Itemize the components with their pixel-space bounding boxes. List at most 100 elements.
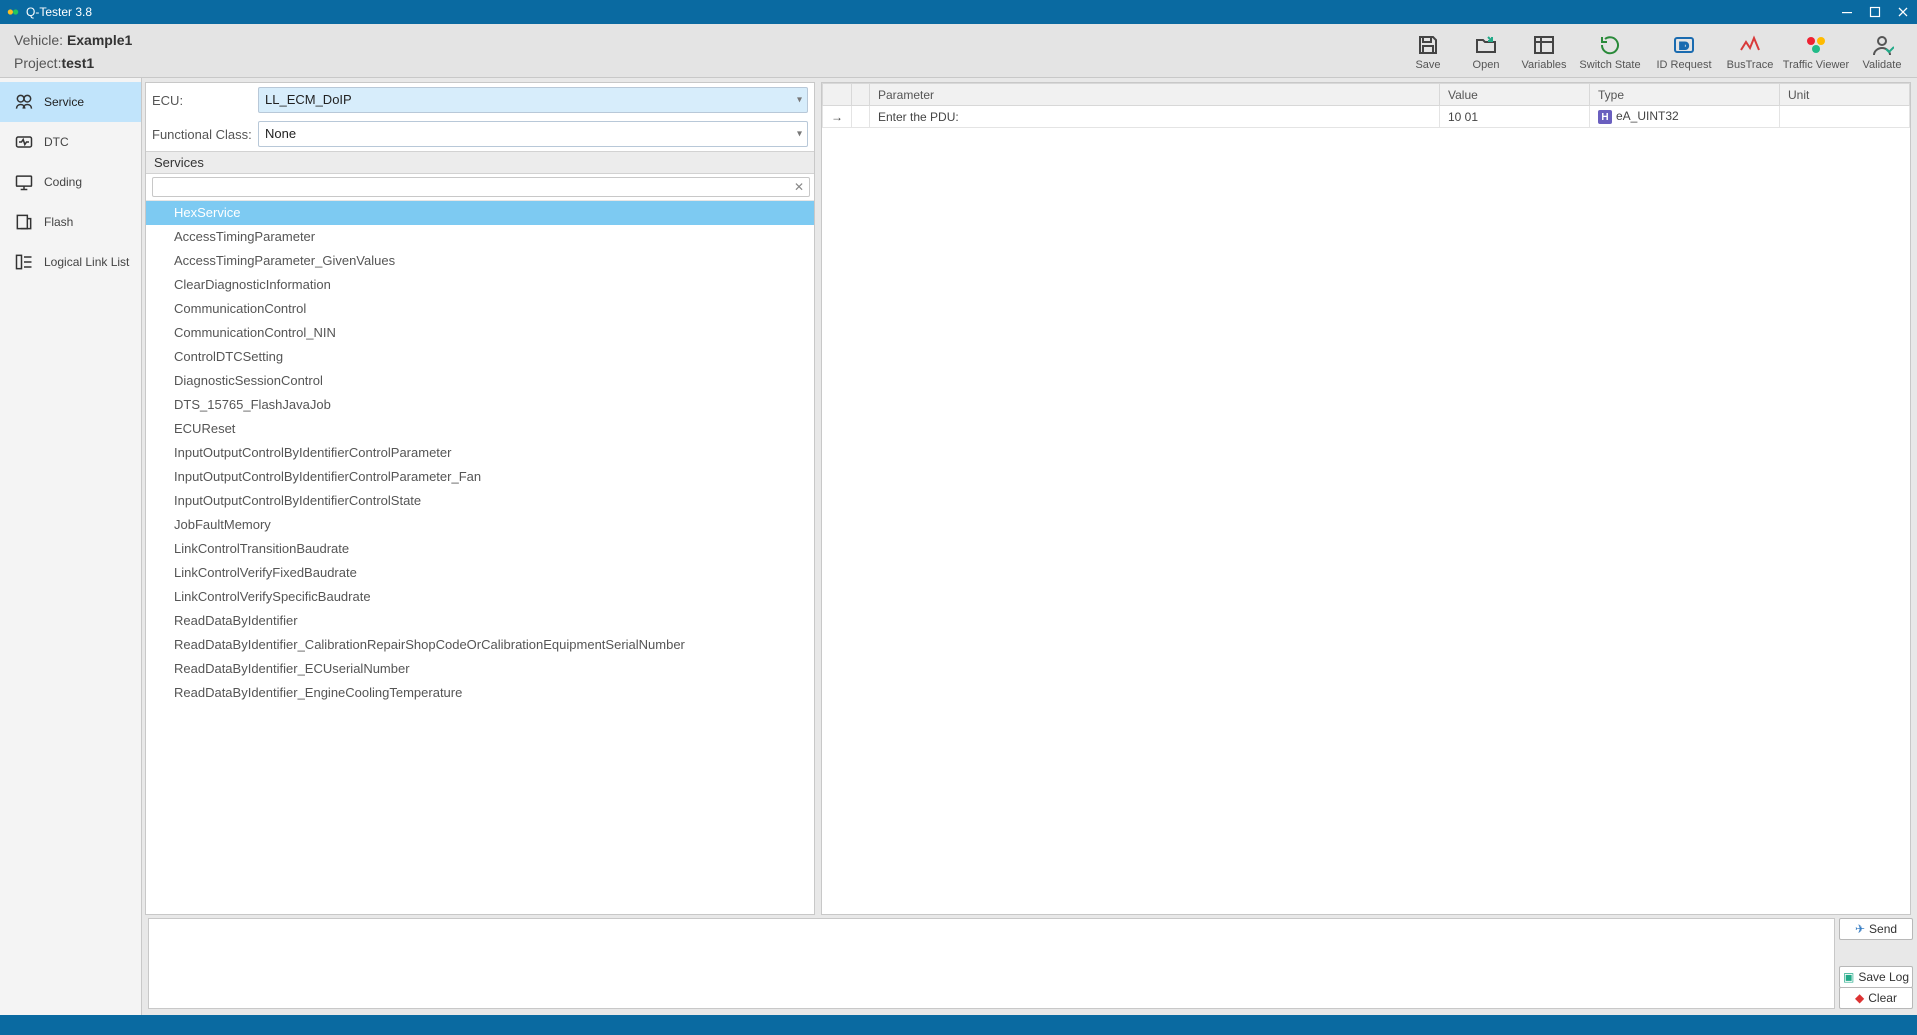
- service-item[interactable]: ReadDataByIdentifier: [146, 609, 814, 633]
- save-icon: [1416, 31, 1440, 59]
- context-info: Vehicle: Example1 Project:test1: [0, 24, 144, 77]
- service-item[interactable]: LinkControlVerifyFixedBaudrate: [146, 561, 814, 585]
- dtc-icon: [10, 132, 38, 152]
- service-item[interactable]: JobFaultMemory: [146, 513, 814, 537]
- service-item[interactable]: AccessTimingParameter: [146, 225, 814, 249]
- ecu-select[interactable]: LL_ECM_DoIP ▾: [258, 87, 808, 113]
- close-button[interactable]: [1889, 0, 1917, 24]
- vehicle-value: Example1: [67, 32, 132, 48]
- clear-button[interactable]: ◆ Clear: [1839, 987, 1913, 1009]
- parameter-panel: Parameter Value Type Unit → Enter the PDU…: [821, 82, 1911, 915]
- vehicle-label: Vehicle:: [14, 32, 63, 48]
- service-item[interactable]: ReadDataByIdentifier_CalibrationRepairSh…: [146, 633, 814, 657]
- parameter-table: Parameter Value Type Unit → Enter the PDU…: [822, 83, 1910, 128]
- open-button[interactable]: Open: [1457, 24, 1515, 77]
- bustrace-button[interactable]: BusTrace: [1721, 24, 1779, 77]
- variables-icon: [1532, 31, 1556, 59]
- maximize-button[interactable]: [1861, 0, 1889, 24]
- sidebar-item-label: DTC: [44, 135, 69, 149]
- bottom-area: ✈ Send ▣ Save Log ◆ Clear: [142, 915, 1917, 1015]
- cell-type: HeA_UINT32: [1590, 106, 1780, 128]
- clear-filter-icon[interactable]: ✕: [794, 180, 804, 194]
- ecu-label: ECU:: [152, 93, 252, 108]
- sidebar-item-coding[interactable]: Coding: [0, 162, 141, 202]
- bustrace-icon: [1738, 31, 1762, 59]
- sidebar-item-dtc[interactable]: DTC: [0, 122, 141, 162]
- save-log-icon: ▣: [1843, 970, 1854, 984]
- services-header: Services: [146, 151, 814, 174]
- hex-badge-icon: H: [1598, 110, 1612, 124]
- service-item[interactable]: LinkControlTransitionBaudrate: [146, 537, 814, 561]
- id-request-button[interactable]: ID ID Request: [1647, 24, 1721, 77]
- app-icon: [6, 5, 20, 19]
- traffic-viewer-icon: [1804, 31, 1828, 59]
- switch-state-icon: [1598, 31, 1622, 59]
- col-unit[interactable]: Unit: [1780, 84, 1910, 106]
- minimize-button[interactable]: [1833, 0, 1861, 24]
- log-console[interactable]: [148, 918, 1835, 1009]
- sidebar-item-label: Coding: [44, 175, 82, 189]
- title-bar: Q-Tester 3.8: [0, 0, 1917, 24]
- cell-parameter: Enter the PDU:: [870, 106, 1440, 128]
- validate-button[interactable]: Validate: [1853, 24, 1911, 77]
- status-bar: [0, 1015, 1917, 1035]
- id-request-icon: ID: [1672, 31, 1696, 59]
- service-item[interactable]: ReadDataByIdentifier_ECUserialNumber: [146, 657, 814, 681]
- col-parameter[interactable]: Parameter: [870, 84, 1440, 106]
- service-item[interactable]: CommunicationControl_NIN: [146, 321, 814, 345]
- col-type[interactable]: Type: [1590, 84, 1780, 106]
- app-title: Q-Tester 3.8: [26, 5, 92, 19]
- services-filter-input[interactable]: [152, 177, 810, 197]
- sidebar-item-service[interactable]: Service: [0, 82, 141, 122]
- project-label: Project:: [14, 55, 61, 71]
- cell-unit: [1780, 106, 1910, 128]
- coding-icon: [10, 172, 38, 192]
- functional-class-select[interactable]: None ▾: [258, 121, 808, 147]
- service-item[interactable]: AccessTimingParameter_GivenValues: [146, 249, 814, 273]
- service-item[interactable]: DiagnosticSessionControl: [146, 369, 814, 393]
- sidebar-item-label: Service: [44, 95, 84, 109]
- sidebar: Service DTC Coding Flash Logical Link Li…: [0, 78, 142, 1015]
- service-item[interactable]: HexService: [146, 201, 814, 225]
- clear-icon: ◆: [1855, 991, 1864, 1005]
- service-item[interactable]: LinkControlVerifySpecificBaudrate: [146, 585, 814, 609]
- table-row[interactable]: → Enter the PDU:10 01HeA_UINT32: [823, 106, 1910, 128]
- row-indicator-icon: →: [823, 106, 852, 128]
- send-icon: ✈: [1855, 922, 1865, 936]
- ecu-select-value: LL_ECM_DoIP: [258, 87, 808, 113]
- switch-state-button[interactable]: Switch State: [1573, 24, 1647, 77]
- logical-link-list-icon: [10, 252, 38, 272]
- service-item[interactable]: InputOutputControlByIdentifierControlPar…: [146, 441, 814, 465]
- sidebar-item-label: Flash: [44, 215, 73, 229]
- service-item[interactable]: DTS_15765_FlashJavaJob: [146, 393, 814, 417]
- services-panel: ECU: LL_ECM_DoIP ▾ Functional Class: Non…: [145, 82, 815, 915]
- service-item[interactable]: InputOutputControlByIdentifierControlPar…: [146, 465, 814, 489]
- validate-icon: [1870, 31, 1894, 59]
- svg-text:ID: ID: [1680, 41, 1690, 51]
- service-item[interactable]: InputOutputControlByIdentifierControlSta…: [146, 489, 814, 513]
- functional-class-label: Functional Class:: [152, 127, 252, 142]
- service-item[interactable]: ControlDTCSetting: [146, 345, 814, 369]
- service-item[interactable]: ECUReset: [146, 417, 814, 441]
- send-button[interactable]: ✈ Send: [1839, 918, 1913, 940]
- cell-value[interactable]: 10 01: [1440, 106, 1590, 128]
- functional-class-value: None: [258, 121, 808, 147]
- save-log-button[interactable]: ▣ Save Log: [1839, 966, 1913, 988]
- traffic-viewer-button[interactable]: Traffic Viewer: [1779, 24, 1853, 77]
- project-value: test1: [61, 55, 94, 71]
- service-item[interactable]: ReadDataByIdentifier_EngineCoolingTemper…: [146, 681, 814, 705]
- header: Vehicle: Example1 Project:test1 Save Ope…: [0, 24, 1917, 78]
- service-item[interactable]: ClearDiagnosticInformation: [146, 273, 814, 297]
- sidebar-item-label: Logical Link List: [44, 255, 129, 269]
- service-icon: [10, 92, 38, 112]
- variables-button[interactable]: Variables: [1515, 24, 1573, 77]
- open-icon: [1474, 31, 1498, 59]
- services-list[interactable]: HexServiceAccessTimingParameterAccessTim…: [146, 200, 814, 914]
- save-button[interactable]: Save: [1399, 24, 1457, 77]
- sidebar-item-logical-link-list[interactable]: Logical Link List: [0, 242, 141, 282]
- service-item[interactable]: CommunicationControl: [146, 297, 814, 321]
- flash-icon: [10, 212, 38, 232]
- col-value[interactable]: Value: [1440, 84, 1590, 106]
- toolbar: Save Open Variables Switch State ID ID R…: [1399, 24, 1917, 77]
- sidebar-item-flash[interactable]: Flash: [0, 202, 141, 242]
